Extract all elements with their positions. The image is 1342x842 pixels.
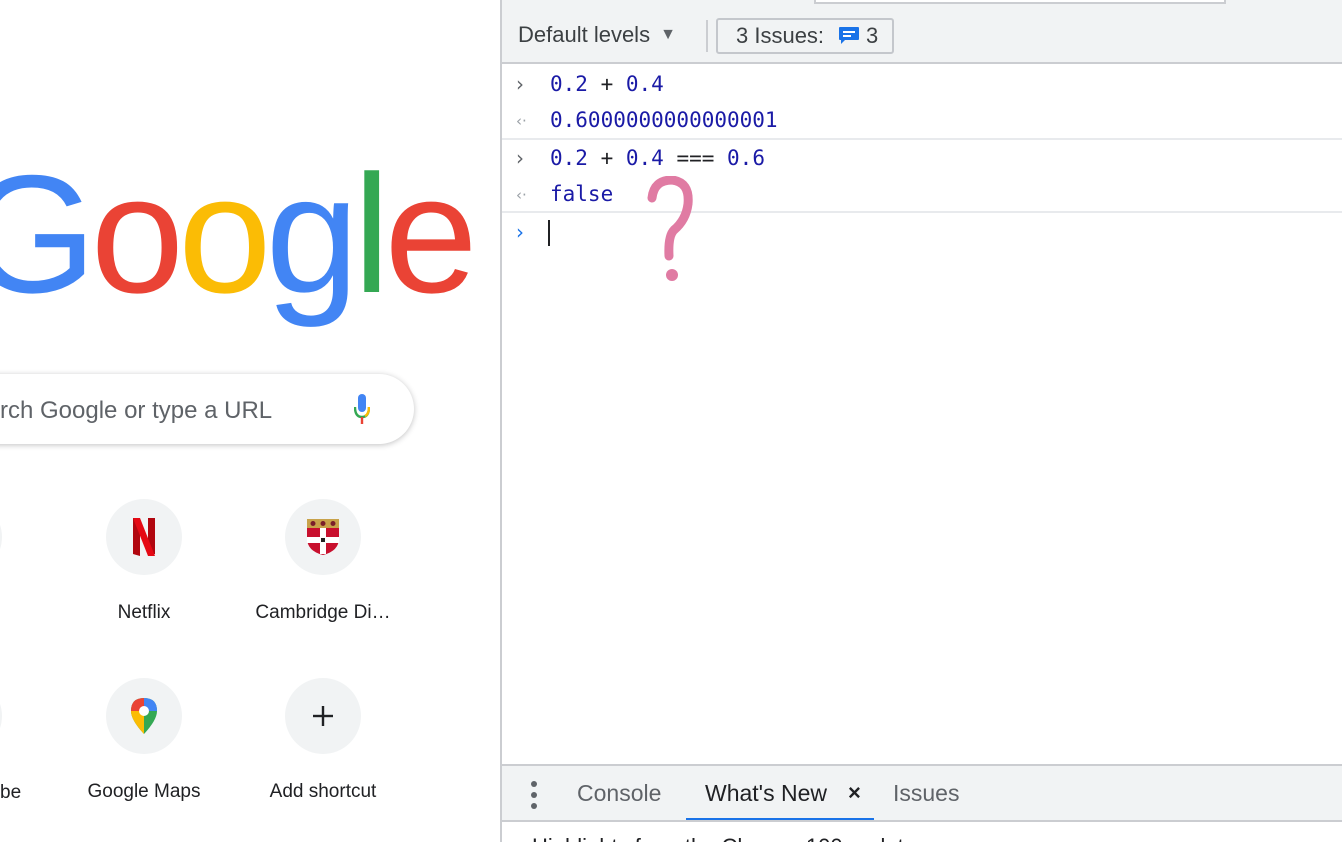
shortcut-cambridge[interactable]: Cambridge Di… (248, 499, 398, 624)
search-box[interactable]: rch Google or type a URL (0, 374, 414, 444)
console-row-separator (502, 211, 1342, 213)
microphone-icon[interactable] (354, 394, 370, 426)
code-token: 0.6000000000000001 (550, 108, 778, 132)
shortcut-netflix[interactable]: Netflix (69, 499, 219, 624)
prompt-chevron-icon: › (516, 220, 524, 244)
issue-message-icon (839, 27, 860, 44)
console-result: 0.6000000000000001 (550, 108, 778, 132)
google-maps-pin-icon (131, 698, 157, 734)
shortcut-circle (106, 678, 182, 754)
cambridge-shield-icon (307, 519, 339, 555)
plus-icon (313, 706, 333, 726)
shortcut-tile-partial[interactable] (0, 678, 2, 754)
input-chevron-icon: › (516, 146, 524, 170)
code-token: 0.4 (625, 72, 664, 96)
bottom-drawer: Console What's New × Issues Highlights f… (502, 764, 1342, 842)
shortcut-label: Add shortcut (269, 781, 377, 802)
issues-count: 3 (866, 23, 879, 48)
shortcut-label: Cambridge Di… (255, 602, 391, 623)
console-expression: 0.2 + 0.4 === 0.6 (550, 146, 765, 170)
shortcut-tile-partial[interactable] (0, 499, 2, 575)
netflix-icon (133, 518, 155, 556)
add-shortcut-button[interactable]: Add shortcut (248, 678, 398, 803)
tab-issues[interactable]: Issues (893, 780, 959, 807)
filter-input[interactable] (814, 0, 1226, 4)
code-token: 0.6 (727, 146, 765, 170)
search-placeholder: rch Google or type a URL (0, 397, 273, 424)
devtools-panel: Default levels ▼ 3 Issues: 3 › 0.2 + 0.4 ‹·… (502, 0, 1342, 842)
question-mark-annotation (647, 176, 693, 281)
code-token: 0.2 (550, 72, 588, 96)
code-token: + (587, 146, 626, 170)
logo-letter: G (0, 140, 97, 328)
whats-new-heading: Highlights from the Chrome 100 update (532, 834, 916, 842)
logo-letter: e (384, 140, 477, 328)
shortcut-google-maps[interactable]: Google Maps (69, 678, 219, 803)
code-token: + (587, 72, 626, 96)
input-chevron-icon: › (516, 72, 524, 96)
shortcut-circle (285, 678, 361, 754)
close-tab-icon[interactable]: × (848, 780, 861, 806)
tab-whats-new[interactable]: What's New (705, 780, 827, 807)
code-token: 0.2 (550, 146, 588, 170)
issues-button[interactable]: 3 Issues: 3 (716, 18, 895, 54)
log-levels-dropdown[interactable]: Default levels ▼ (518, 22, 676, 48)
shortcut-label-partial: be (0, 782, 22, 803)
dropdown-arrow-icon: ▼ (660, 26, 676, 43)
shortcut-circle (285, 499, 361, 575)
logo-letter: l (353, 140, 390, 328)
tab-console[interactable]: Console (577, 780, 661, 807)
result-arrow-icon: ‹· (516, 186, 527, 204)
result-arrow-icon: ‹· (516, 112, 527, 130)
console-row-separator (502, 138, 1342, 140)
shortcut-label: Netflix (117, 602, 171, 623)
code-token: false (550, 182, 614, 206)
console-expression: 0.2 + 0.4 (550, 72, 664, 96)
console-toolbar: Default levels ▼ 3 Issues: 3 (502, 0, 1342, 64)
more-options-icon[interactable] (530, 780, 538, 810)
logo-letter: o (178, 140, 271, 328)
whats-new-content: Highlights from the Chrome 100 update (502, 820, 1342, 842)
google-logo: Google (0, 140, 478, 328)
logo-letter: o (90, 140, 184, 328)
new-tab-page: Google rch Google or type a URL be Netfl… (0, 0, 500, 842)
text-caret (548, 220, 550, 246)
code-token: === (663, 146, 728, 170)
code-token: 0.4 (625, 146, 664, 170)
shortcut-label: Google Maps (87, 781, 201, 802)
issues-label: 3 Issues: (736, 23, 825, 48)
console-result: false (550, 182, 613, 206)
log-levels-label: Default levels (518, 22, 651, 47)
shortcut-circle (106, 499, 182, 575)
logo-letter: g (265, 140, 359, 328)
toolbar-separator (706, 20, 708, 52)
